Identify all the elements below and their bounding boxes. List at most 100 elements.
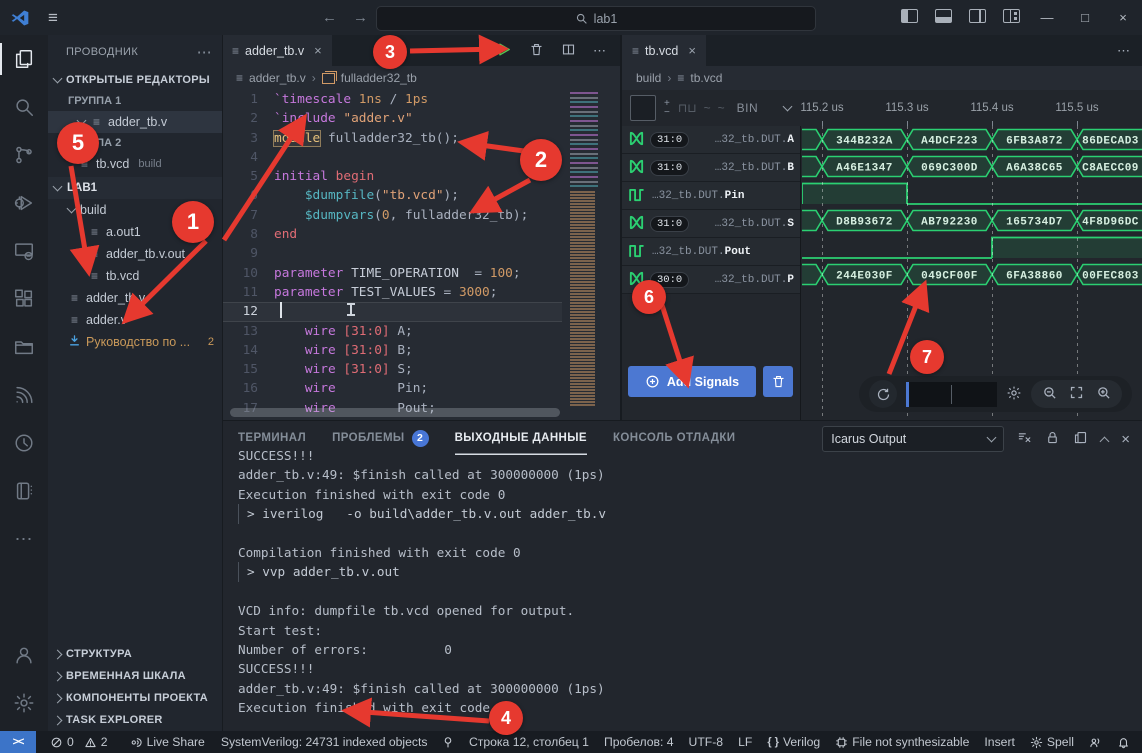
toggle-sidebar-icon[interactable] xyxy=(892,9,926,26)
breadcrumb[interactable]: build › ≡ tb.vcd xyxy=(622,66,1142,90)
close-window-button[interactable]: × xyxy=(1104,10,1142,25)
remote-explorer-icon[interactable] xyxy=(0,227,48,275)
analog-style-icon[interactable]: ~ xyxy=(704,101,711,115)
breadcrumb[interactable]: ≡ adder_tb.v › fulladder32_tb xyxy=(222,66,620,90)
split-editor-icon[interactable] xyxy=(561,42,576,60)
close-tab-icon[interactable]: × xyxy=(314,43,322,58)
sidebar-section-TASK EXPLORER[interactable]: TASK EXPLORER xyxy=(48,709,222,731)
status-notifications[interactable] xyxy=(1117,736,1130,749)
status-feedback[interactable] xyxy=(1089,736,1102,749)
remote-indicator[interactable]: >< xyxy=(0,731,36,753)
open-editor-item[interactable]: ≡adder_tb.v xyxy=(48,111,222,133)
signal-row-P[interactable]: 30:0…32_tb.DUT.P xyxy=(622,266,800,294)
toggle-secondary-sidebar-icon[interactable] xyxy=(960,9,994,26)
settings-gear-icon[interactable] xyxy=(1006,385,1022,404)
add-signals-button[interactable]: Add Signals xyxy=(628,366,756,397)
output-channel-dropdown[interactable]: Icarus Output xyxy=(822,426,1004,452)
minimize-button[interactable]: — xyxy=(1028,10,1066,25)
project-folder-icon[interactable] xyxy=(0,323,48,371)
explorer-icon[interactable] xyxy=(0,35,48,83)
run-debug-icon[interactable] xyxy=(0,179,48,227)
editor-more-icon[interactable]: ⋯ xyxy=(593,43,606,59)
tree-file-a.out1[interactable]: ≡a.out1 xyxy=(48,221,222,243)
signal-row-S[interactable]: 31:0…32_tb.DUT.S xyxy=(622,210,800,238)
time-input[interactable] xyxy=(906,382,997,407)
toggle-panel-icon[interactable] xyxy=(926,9,960,26)
status-encoding[interactable]: UTF-8 xyxy=(689,735,724,749)
sidebar-section-СТРУКТУРА[interactable]: СТРУКТУРА xyxy=(48,643,222,665)
nav-forward-icon[interactable]: → xyxy=(353,9,368,26)
trash-icon[interactable] xyxy=(529,42,544,60)
settings-icon[interactable] xyxy=(0,679,48,727)
maximize-button[interactable]: □ xyxy=(1066,10,1104,25)
status-language-mode[interactable]: { }Verilog xyxy=(767,735,820,749)
close-tab-icon[interactable]: × xyxy=(688,43,696,58)
panel-tab-ВЫХОДНЫЕ ДАННЫЕ[interactable]: ВЫХОДНЫЕ ДАННЫЕ xyxy=(455,421,587,455)
tree-file-Руководство по ...[interactable]: Руководство по ...2 xyxy=(48,331,222,353)
customize-layout-icon[interactable] xyxy=(994,9,1028,26)
workspace-root[interactable]: LAB1 xyxy=(48,177,222,199)
open-in-editor-icon[interactable] xyxy=(1073,430,1088,448)
lock-scroll-icon[interactable] xyxy=(1045,430,1060,448)
more-icon[interactable]: ⋯ xyxy=(0,515,48,563)
code-editor[interactable]: 1`timescale 1ns / 1ps2`include "adder.v"… xyxy=(222,90,562,418)
signal-row-Pin[interactable]: …32_tb.DUT.Pin xyxy=(622,182,800,210)
run-timer-icon[interactable] xyxy=(0,419,48,467)
tree-file-tb.vcd[interactable]: ≡tb.vcd xyxy=(48,265,222,287)
signal-row-A[interactable]: 31:0…32_tb.DUT.A xyxy=(622,126,800,154)
status-eol[interactable]: LF xyxy=(738,735,752,749)
extensions-icon[interactable] xyxy=(0,275,48,323)
status-cursor-position[interactable]: Строка 12, столбец 1 xyxy=(469,735,589,749)
reload-button[interactable] xyxy=(869,380,897,408)
open-editor-item[interactable]: ≡tb.vcdbuild xyxy=(48,153,222,175)
minimap[interactable] xyxy=(565,90,601,415)
run-button[interactable] xyxy=(495,41,512,61)
signal-row-Pout[interactable]: …32_tb.DUT.Pout xyxy=(622,238,800,266)
editor-more-icon[interactable]: ⋯ xyxy=(1117,43,1130,59)
tree-folder-build[interactable]: build xyxy=(48,199,222,221)
analog-style-icon2[interactable]: ~ xyxy=(718,101,725,115)
zoom-minus-icon[interactable]: − xyxy=(664,108,670,117)
signal-row-B[interactable]: 31:0…32_tb.DUT.B xyxy=(622,154,800,182)
search-icon[interactable] xyxy=(0,83,48,131)
panel-tab-КОНСОЛЬ ОТЛАДКИ[interactable]: КОНСОЛЬ ОТЛАДКИ xyxy=(613,421,735,455)
status-port[interactable] xyxy=(442,736,454,748)
bus-style-icon[interactable]: ⊓⊔ xyxy=(678,101,697,115)
status-spell[interactable]: Spell xyxy=(1030,735,1074,749)
maximize-panel-icon[interactable] xyxy=(1100,436,1110,446)
status-live-share[interactable]: Live Share xyxy=(130,735,205,749)
account-icon[interactable] xyxy=(0,631,48,679)
status-insert-mode[interactable]: Insert xyxy=(984,735,1014,749)
status-synthesis-status[interactable]: File not synthesizable xyxy=(835,735,969,749)
menu-icon[interactable]: ≡ xyxy=(48,8,58,28)
sidebar-section-КОМПОНЕНТЫ ПРОЕКТА[interactable]: КОМПОНЕНТЫ ПРОЕКТА xyxy=(48,687,222,709)
tab-adder-tb[interactable]: ≡ adder_tb.v × xyxy=(222,35,332,66)
source-control-icon[interactable] xyxy=(0,131,48,179)
status-problems[interactable]: 02 xyxy=(50,735,114,749)
zoom-in-icon[interactable] xyxy=(1096,385,1111,403)
tree-file-adder.v[interactable]: ≡adder.v xyxy=(48,309,222,331)
value-box[interactable] xyxy=(630,95,656,121)
panel-tab-ТЕРМИНАЛ[interactable]: ТЕРМИНАЛ xyxy=(238,421,306,455)
close-panel-icon[interactable]: × xyxy=(1121,431,1130,448)
status-indentation[interactable]: Пробелов: 4 xyxy=(604,735,674,749)
horizontal-scrollbar[interactable] xyxy=(230,408,560,417)
status-systemverilog-status[interactable]: SystemVerilog: 24731 indexed objects xyxy=(221,735,428,749)
sidebar-more-icon[interactable]: ⋯ xyxy=(197,43,212,61)
tree-file-adder_tb.v[interactable]: ≡adder_tb.v xyxy=(48,287,222,309)
sidebar-section-ВРЕМЕННАЯ ШКАЛА[interactable]: ВРЕМЕННАЯ ШКАЛА xyxy=(48,665,222,687)
zoom-out-icon[interactable] xyxy=(1042,385,1057,403)
tab-tbvcd[interactable]: ≡ tb.vcd × xyxy=(622,35,706,66)
radix-select[interactable]: BIN xyxy=(737,101,759,115)
zoom-fit-icon[interactable] xyxy=(1069,385,1084,403)
clear-output-icon[interactable] xyxy=(1017,430,1032,448)
open-editors-header[interactable]: ОТКРЫТЫЕ РЕДАКТОРЫ xyxy=(48,69,222,91)
panel-tab-ПРОБЛЕМЫ[interactable]: ПРОБЛЕМЫ2 xyxy=(332,421,429,455)
remove-signals-button[interactable] xyxy=(763,366,793,397)
notebook-icon[interactable] xyxy=(0,467,48,515)
nav-back-icon[interactable]: ← xyxy=(322,9,337,26)
wireless-icon[interactable] xyxy=(0,371,48,419)
output-console[interactable]: SUCCESS!!!adder_tb.v:49: $finish called … xyxy=(238,451,1132,732)
tree-file-adder_tb.v.out[interactable]: ≡adder_tb.v.out xyxy=(48,243,222,265)
command-center-search[interactable]: lab1 xyxy=(376,6,816,31)
